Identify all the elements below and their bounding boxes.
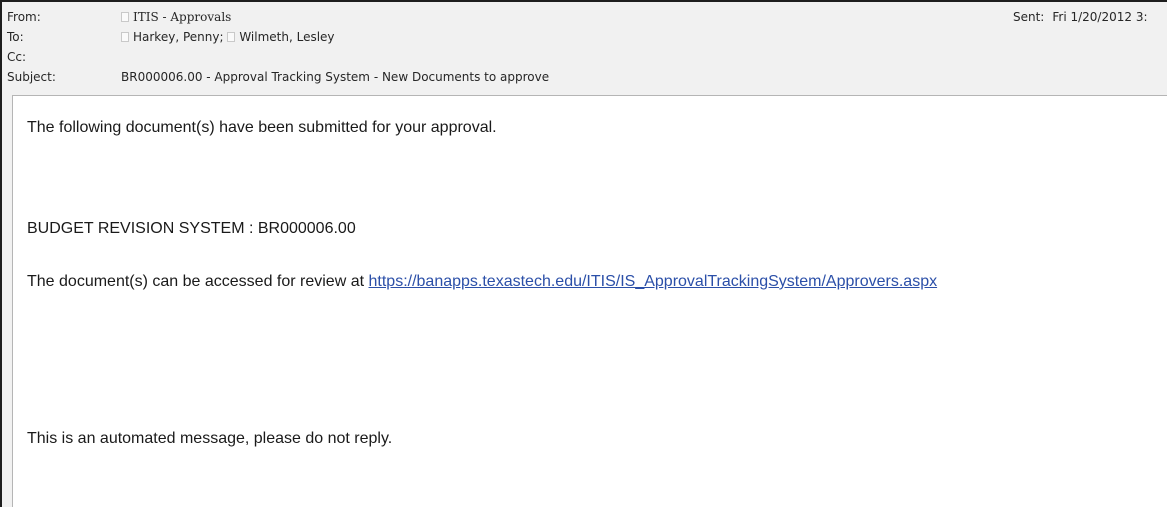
system-line: BUDGET REVISION SYSTEM : BR000006.00: [27, 220, 356, 237]
subject-label: Subject:: [7, 70, 56, 84]
recipient-name: Wilmeth, Lesley: [239, 30, 335, 44]
from-sender-name: ITIS - Approvals: [133, 10, 232, 24]
from-row: From: ITIS - Approvals: [7, 8, 1007, 27]
from-label: From:: [7, 10, 41, 24]
cc-label: Cc:: [7, 50, 27, 64]
access-line: The document(s) can be accessed for revi…: [27, 273, 937, 291]
message-body: The following document(s) have been subm…: [12, 95, 1167, 507]
person-icon: [121, 12, 129, 22]
person-icon: [227, 32, 236, 42]
to-row: To: Harkey, Penny; Wilmeth, Lesley: [7, 28, 1007, 47]
from-sender[interactable]: ITIS - Approvals: [121, 8, 231, 27]
access-text: The document(s) can be accessed for revi…: [27, 273, 369, 290]
recipient-harkey[interactable]: Harkey, Penny;: [121, 28, 224, 47]
cc-row: Cc:: [7, 48, 1007, 67]
person-icon: [121, 32, 129, 42]
sent-value: Fri 1/20/2012 3:: [1052, 10, 1148, 24]
sent-field: Sent: Fri 1/20/2012 3:: [1013, 8, 1167, 27]
footer-text: This is an automated message, please do …: [27, 430, 393, 447]
recipient-name: Harkey, Penny;: [133, 30, 224, 44]
subject-value: BR000006.00 - Approval Tracking System -…: [121, 70, 550, 84]
sent-label: Sent:: [1013, 10, 1045, 24]
recipient-wilmeth[interactable]: Wilmeth, Lesley: [227, 28, 335, 47]
to-label: To:: [7, 30, 24, 44]
to-recipients: Harkey, Penny; Wilmeth, Lesley: [121, 28, 335, 47]
intro-text: The following document(s) have been subm…: [27, 119, 497, 136]
subject-row: Subject: BR000006.00 - Approval Tracking…: [7, 68, 1007, 87]
email-window: From: ITIS - Approvals Sent: Fri 1/20/201…: [0, 0, 1167, 507]
approvers-link[interactable]: https://banapps.texastech.edu/ITIS/IS_Ap…: [369, 273, 938, 290]
